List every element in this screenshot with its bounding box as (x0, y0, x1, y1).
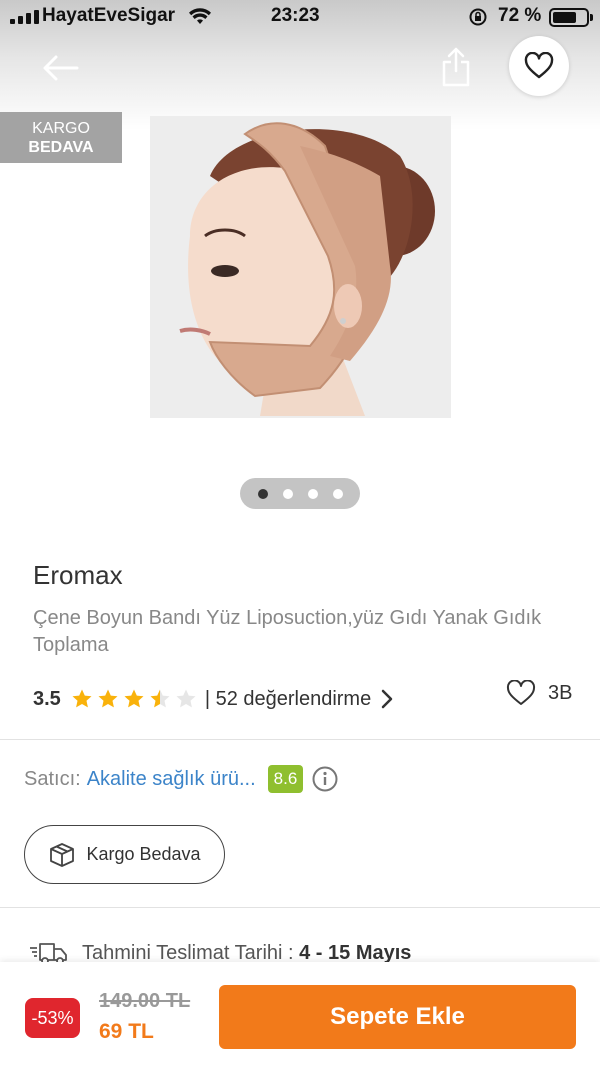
pager-dot[interactable] (282, 488, 293, 499)
image-pager[interactable] (240, 478, 360, 509)
reviews-link[interactable]: | 52 değerlendirme (205, 688, 393, 711)
heart-outline-icon (506, 680, 536, 705)
product-title: Çene Boyun Bandı Yüz Liposuction,yüz Gıd… (33, 607, 542, 656)
battery-icon (549, 8, 593, 27)
star-icon (124, 689, 144, 708)
free-shipping-chip[interactable]: Kargo Bedava (24, 825, 225, 884)
share-icon (442, 47, 470, 87)
star-icon (98, 689, 118, 708)
carrier-name: HayatEveSigar (42, 5, 176, 26)
info-icon[interactable] (312, 766, 338, 792)
discount-badge: -53% (25, 998, 80, 1038)
signal-icon (10, 10, 39, 24)
rotation-lock-icon (469, 8, 487, 26)
favorite-button[interactable] (509, 36, 569, 96)
wifi-icon (189, 8, 211, 24)
star-icon (176, 689, 196, 708)
seller-score-badge: 8.6 (267, 765, 304, 793)
current-price: 69 TL (99, 1020, 154, 1043)
status-bar: HayatEveSigar 23:23 72 % (0, 0, 600, 34)
favorite-count[interactable]: 3B (506, 680, 572, 707)
arrow-left-icon (43, 55, 79, 81)
seller-label: Satıcı: (24, 767, 81, 790)
rating-row[interactable]: 3.5 | 52 değerlendirme (33, 684, 393, 714)
old-price: 149.00 TL (99, 990, 191, 1012)
package-icon (50, 842, 75, 867)
pager-dot[interactable] (332, 488, 343, 499)
chevron-right-icon (381, 689, 393, 709)
share-button[interactable] (436, 44, 476, 90)
rating-stars (71, 688, 197, 710)
delivery-range: 4 - 15 Mayıs (299, 941, 412, 964)
free-shipping-badge: KARGO BEDAVA (0, 112, 122, 163)
rating-value: 3.5 (33, 687, 61, 710)
clock: 23:23 (271, 5, 320, 26)
star-icon (150, 689, 170, 708)
battery-percent: 72 % (498, 5, 542, 26)
divider (0, 907, 600, 908)
review-count: | 52 değerlendirme (204, 687, 372, 710)
seller-row: Satıcı: Akalite sağlık ürü... 8.6 (24, 763, 338, 795)
product-image[interactable] (150, 116, 451, 418)
divider (0, 739, 600, 740)
pager-dot[interactable] (257, 488, 268, 499)
back-button[interactable] (38, 48, 82, 88)
seller-name-link[interactable]: Akalite sağlık ürü... (87, 768, 256, 791)
favorite-count-value: 3B (548, 682, 573, 704)
product-photo (150, 116, 451, 418)
add-to-cart-button[interactable]: Sepete Ekle (219, 985, 576, 1049)
delivery-label: Tahmini Teslimat Tarihi : (82, 941, 294, 964)
free-shipping-label: Kargo Bedava (86, 844, 201, 864)
star-icon (72, 689, 92, 708)
product-brand[interactable]: Eromax (33, 560, 123, 591)
pager-dot[interactable] (307, 488, 318, 499)
heart-outline-icon (524, 52, 554, 79)
